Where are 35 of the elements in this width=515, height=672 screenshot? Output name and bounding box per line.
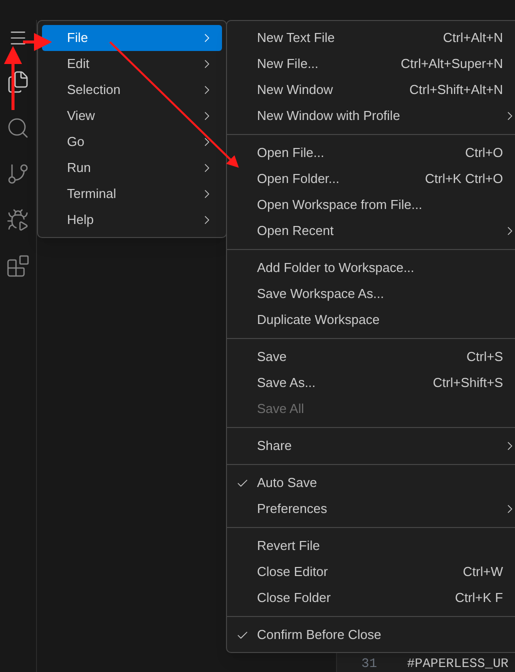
menu-item[interactable]: Save Ctrl+S xyxy=(227,344,515,370)
code-line: #PAPERLESS_UR xyxy=(406,656,508,671)
menu-item[interactable]: Selection xyxy=(42,77,222,103)
menu-item[interactable]: Open Recent xyxy=(227,218,515,244)
menu-item[interactable]: New Window Ctrl+Shift+Alt+N xyxy=(227,77,515,103)
menu-item[interactable]: Edit xyxy=(42,51,222,77)
line-number: 31 xyxy=(360,656,378,671)
menu-item[interactable]: New Text File Ctrl+Alt+N xyxy=(227,25,515,51)
menu-item[interactable]: File xyxy=(42,25,222,51)
menu-item[interactable]: Revert File xyxy=(227,533,515,559)
branch-icon[interactable] xyxy=(6,162,30,186)
blocks-icon[interactable] xyxy=(6,254,30,278)
menu-item[interactable]: Add Folder to Workspace... xyxy=(227,255,515,281)
menu-item[interactable]: Help xyxy=(42,207,222,233)
menu-item[interactable]: Duplicate Workspace xyxy=(227,307,515,333)
files-icon[interactable] xyxy=(6,70,30,94)
menu-item[interactable]: Save As... Ctrl+Shift+S xyxy=(227,370,515,396)
menu-item[interactable]: Open File... Ctrl+O xyxy=(227,140,515,166)
menu-item[interactable]: Close Editor Ctrl+W xyxy=(227,559,515,585)
menu-item[interactable]: Open Folder... Ctrl+K Ctrl+O xyxy=(227,166,515,192)
menu-item[interactable]: Confirm Before Close xyxy=(227,622,515,648)
search-icon[interactable] xyxy=(6,116,30,140)
menu-item[interactable]: Save Workspace As... xyxy=(227,281,515,307)
menu-item[interactable]: Terminal xyxy=(42,181,222,207)
menu-item[interactable]: Preferences xyxy=(227,496,515,522)
menu-item[interactable]: Open Workspace from File... xyxy=(227,192,515,218)
menu-item[interactable]: Go xyxy=(42,129,222,155)
menu-item[interactable]: New File... Ctrl+Alt+Super+N xyxy=(227,51,515,77)
menu-item[interactable]: Auto Save xyxy=(227,470,515,496)
menu-item[interactable]: New Window with Profile xyxy=(227,103,515,129)
menu-item[interactable]: Close Folder Ctrl+K F xyxy=(227,585,515,611)
bug-play-icon[interactable] xyxy=(6,208,30,232)
menu-item[interactable]: View xyxy=(42,103,222,129)
menu-item[interactable]: Share xyxy=(227,433,515,459)
menu-item[interactable]: Run xyxy=(42,155,222,181)
